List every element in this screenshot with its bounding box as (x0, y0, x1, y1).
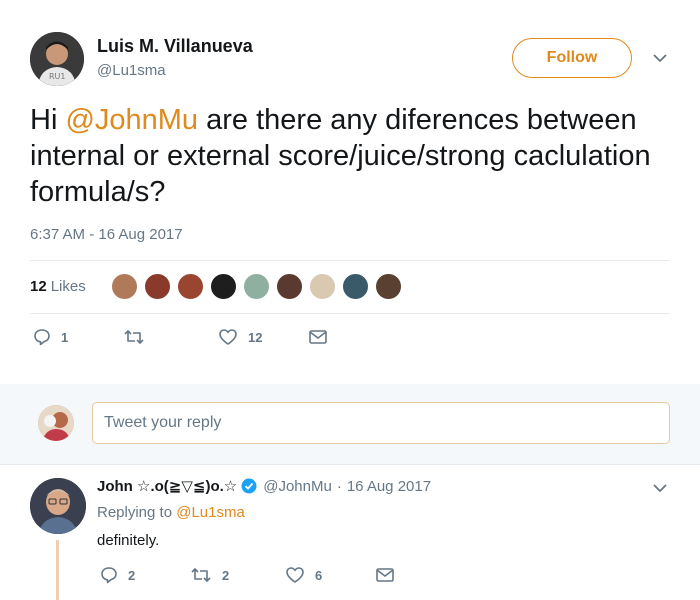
liker-avatar[interactable] (374, 272, 402, 300)
liker-avatar[interactable] (341, 272, 369, 300)
reply-action[interactable]: 1 (33, 328, 68, 346)
thread-line (56, 540, 59, 600)
message-action[interactable] (308, 328, 328, 346)
likes-row[interactable]: 12 Likes (30, 272, 408, 300)
tweet-mention-link[interactable]: @JohnMu (65, 104, 198, 136)
reply-reply-count: 2 (128, 567, 136, 583)
like-count: 12 (248, 329, 263, 345)
author-handle[interactable]: @Lu1sma (97, 62, 166, 79)
reply-input[interactable] (92, 402, 670, 444)
retweet-action[interactable] (123, 328, 155, 346)
liker-avatar[interactable] (275, 272, 303, 300)
liker-avatars (110, 272, 408, 300)
reply-author-avatar[interactable] (30, 478, 86, 534)
follow-button[interactable]: Follow (512, 38, 632, 78)
reply-icon (34, 329, 50, 346)
liker-avatar[interactable] (110, 272, 138, 300)
reply-actions: 2 2 6 (100, 566, 420, 588)
reply-author-handle[interactable]: @JohnMu (263, 478, 332, 495)
reply-caret-down-icon[interactable] (652, 482, 668, 494)
tweet-actions: 1 12 (33, 328, 353, 350)
caret-down-icon[interactable] (652, 52, 668, 64)
reply-reply-action[interactable]: 2 (100, 566, 135, 584)
reply-text: definitely. (97, 532, 160, 549)
likes-count[interactable]: 12 (30, 278, 47, 295)
heart-icon (286, 567, 304, 583)
reply-separator: · (336, 477, 342, 495)
reply-author-name[interactable]: John ☆.o(≧▽≦)o.☆ (97, 477, 237, 495)
tweet-timestamp[interactable]: 6:37 AM - 16 Aug 2017 (30, 226, 183, 243)
heart-icon (219, 329, 237, 345)
reply-header: John ☆.o(≧▽≦)o.☆ @JohnMu · 16 Aug 2017 (97, 477, 431, 496)
reply-icon (101, 567, 117, 584)
author-name[interactable]: Luis M. Villanueva (97, 36, 253, 57)
reply-message-action[interactable] (375, 566, 395, 584)
main-tweet: RU1 Luis M. Villanueva @Lu1sma Follow Hi… (0, 0, 700, 384)
message-icon (376, 568, 394, 582)
reply-date[interactable]: 16 Aug 2017 (347, 478, 431, 495)
likes-label[interactable]: Likes (51, 278, 86, 295)
retweet-icon (124, 330, 144, 344)
reply-like-action[interactable]: 6 (285, 566, 322, 584)
like-action[interactable]: 12 (218, 328, 262, 346)
divider (30, 313, 670, 314)
replying-to: Replying to @Lu1sma (97, 504, 245, 521)
liker-avatar[interactable] (308, 272, 336, 300)
tweet-text-greeting: Hi (30, 104, 66, 136)
replying-to-handle[interactable]: @Lu1sma (176, 504, 245, 521)
liker-avatar[interactable] (176, 272, 204, 300)
liker-avatar[interactable] (209, 272, 237, 300)
current-user-avatar (38, 405, 74, 441)
tweet-text: Hi @JohnMu are there any diferences betw… (30, 102, 670, 210)
liker-avatar[interactable] (242, 272, 270, 300)
verified-badge-icon (241, 478, 257, 494)
reply-retweet-count: 2 (222, 567, 230, 583)
reply-count: 1 (61, 329, 69, 345)
author-avatar[interactable]: RU1 (30, 32, 84, 86)
message-icon (309, 330, 327, 344)
retweet-icon (191, 568, 211, 582)
divider (30, 260, 670, 261)
liker-avatar[interactable] (143, 272, 171, 300)
svg-text:RU1: RU1 (49, 72, 66, 81)
replying-to-prefix: Replying to (97, 504, 177, 521)
reply-retweet-action[interactable]: 2 (190, 566, 229, 584)
reply-like-count: 6 (315, 567, 323, 583)
